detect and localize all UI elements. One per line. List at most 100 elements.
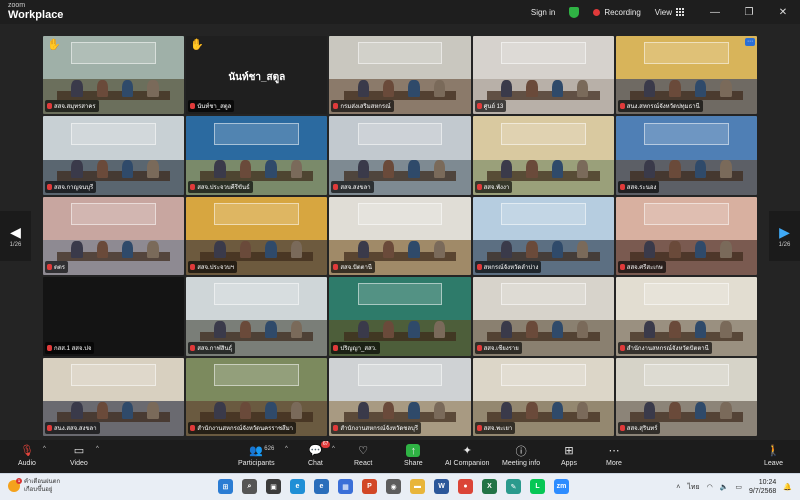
participant-tile[interactable]: สสจ.พังงา — [472, 116, 614, 195]
video-button[interactable]: ▭ Video — [70, 444, 88, 467]
participant-name: สสจ.ระนอง — [626, 184, 657, 191]
speaker-icon[interactable]: 🔈 — [720, 483, 729, 491]
participant-tile[interactable]: สสจ.ปัตตานี — [329, 196, 471, 276]
chat-options-caret[interactable]: ^ — [332, 446, 335, 452]
chevron-up-icon[interactable]: ˄ — [676, 484, 680, 491]
ai-companion-button[interactable]: ✦ AI Companion — [445, 444, 489, 467]
powerpoint-icon[interactable]: P — [362, 479, 377, 494]
minimize-button[interactable]: — — [698, 0, 732, 24]
maximize-button[interactable]: ❐ — [732, 0, 766, 24]
video-person — [357, 79, 369, 98]
line-icon[interactable]: L — [530, 479, 545, 494]
page-indicator-left: 1/26 — [9, 241, 22, 248]
participant-name-tag: ตตร — [45, 261, 69, 274]
brand-big: Workplace — [8, 9, 64, 21]
close-button[interactable]: ✕ — [766, 0, 800, 24]
camera-icon[interactable]: ◉ — [386, 479, 401, 494]
participants-options-caret[interactable]: ^ — [285, 446, 288, 452]
video-options-caret[interactable]: ^ — [96, 446, 99, 452]
muted-mic-icon — [333, 103, 339, 110]
notification-icon[interactable]: 🔔 — [783, 483, 792, 491]
edge-icon[interactable]: e — [290, 479, 305, 494]
participant-tile[interactable]: ศูนย์ 13 — [472, 36, 614, 115]
recording-indicator[interactable]: Recording — [593, 8, 641, 17]
wifi-icon[interactable]: ◠ — [707, 483, 713, 491]
participant-tile[interactable]: ตตร — [43, 196, 185, 276]
participant-name-tag: สสจ.สุรินทร์ — [617, 422, 661, 434]
video-person — [96, 240, 108, 258]
participants-button[interactable]: 👥 626 Participants — [238, 444, 275, 467]
participant-tile[interactable]: สสจ.ประจวบฯ — [186, 196, 328, 276]
video-person — [644, 240, 656, 258]
audio-label: Audio — [18, 460, 36, 467]
muted-mic-icon — [619, 264, 625, 271]
view-button[interactable]: View — [655, 8, 684, 17]
participant-tile[interactable]: สสจ.ศรีสะเกษ — [615, 196, 757, 276]
language-indicator[interactable]: ไทย — [687, 482, 699, 493]
participant-name: กรมส่งเสริมสหกรณ์ — [340, 104, 391, 111]
muted-mic-icon — [190, 344, 196, 351]
leave-button[interactable]: 🚶 Leave — [764, 444, 783, 467]
participant-tile[interactable]: นันท์ชา_สตูล ✋ นันท์ชา_สตูล — [186, 36, 328, 115]
more-button[interactable]: ⋯ More — [606, 444, 622, 467]
muted-mic-icon — [47, 103, 52, 110]
audio-options-caret[interactable]: ^ — [43, 446, 46, 452]
participant-name-tag: สสจ.ประจวบฯ — [188, 261, 238, 274]
participant-tile[interactable]: สำนักงานสหกรณ์จังหวัดชลบุรี — [329, 357, 471, 436]
zoom-window: zoom Workplace Sign in Recording View — … — [0, 0, 800, 500]
participant-tile[interactable]: สสจ.กาฬสินธุ์ — [186, 277, 328, 356]
participant-tile[interactable]: สำนักงานสหกรณ์จังหวัดนครราชสีมา — [186, 357, 328, 436]
video-person — [96, 160, 108, 178]
participant-tile[interactable]: สสจ.กาญจนบุรี — [43, 116, 185, 195]
security-shield[interactable] — [569, 6, 580, 18]
participant-tile[interactable]: สสจ.พะเยา — [472, 357, 614, 436]
heart-icon: ♡ — [358, 445, 369, 457]
tile-options-icon[interactable]: ⋯ — [744, 38, 755, 46]
sign-in-button[interactable]: Sign in — [531, 8, 555, 17]
excel-icon[interactable]: X — [482, 479, 497, 494]
participant-tile[interactable]: สสจ.เชียงราย — [472, 277, 614, 356]
participant-tile[interactable]: สสจ.สงขลา — [329, 116, 471, 195]
word-icon[interactable]: W — [434, 479, 449, 494]
participant-tile[interactable]: ⋯ สนง.สหกรณ์จังหวัดปทุมธานี — [615, 36, 757, 115]
store-icon[interactable]: ▦ — [338, 479, 353, 494]
video-person — [71, 401, 83, 419]
clock[interactable]: 10:24 9/7/2568 — [749, 478, 776, 496]
photos-icon[interactable]: ✎ — [506, 479, 521, 494]
next-page-button[interactable]: ▶ 1/26 — [769, 211, 800, 261]
participant-tile[interactable]: สสจ.ประจวบคีรีขันธ์ — [186, 116, 328, 195]
search-icon[interactable]: ⌕ — [242, 479, 257, 494]
files-icon[interactable]: ▬ — [410, 479, 425, 494]
participant-tile[interactable]: สนง.สสจ.สงขลา — [43, 357, 185, 436]
video-camera-icon: ▭ — [73, 445, 85, 457]
participant-tile[interactable]: สำนักงานสหกรณ์จังหวัดปัตตานี — [615, 277, 757, 356]
participant-tile[interactable]: สสจ.สุรินทร์ — [615, 357, 757, 436]
weather-widget[interactable]: 1 คำเตือนฝนตก เกือบขึ้นอยู่ — [8, 478, 60, 494]
start-icon[interactable]: ⊞ — [218, 479, 233, 494]
participant-tile[interactable]: กรมส่งเสริมสหกรณ์ — [329, 36, 471, 115]
video-person — [290, 321, 302, 339]
previous-page-button[interactable]: ◀ 1/26 — [0, 211, 31, 261]
chrome-icon[interactable]: ● — [458, 479, 473, 494]
participant-tile[interactable]: กสส.1 สสจ.ปจ — [43, 277, 185, 356]
leave-label: Leave — [764, 460, 784, 467]
participant-name-tag: สสจ.กาญจนบุรี — [45, 180, 97, 193]
video-person — [239, 401, 252, 419]
chat-button[interactable]: 💬 67 Chat — [308, 441, 331, 467]
meeting-info-button[interactable]: ⓘ Meeting info — [502, 444, 540, 468]
task-view-icon[interactable]: ▣ — [266, 479, 281, 494]
audio-button[interactable]: 🎙 Audio — [18, 444, 36, 467]
zoom-icon[interactable]: zm — [554, 479, 569, 494]
participant-tile[interactable]: ปริญญา_สสว. — [329, 277, 471, 356]
apps-button[interactable]: ⊞ Apps — [561, 444, 577, 467]
participant-tile[interactable]: สสจ.ระนอง — [615, 116, 757, 195]
zoom-logo: zoom Workplace — [8, 2, 63, 21]
share-button[interactable]: ↑ Share — [404, 444, 423, 467]
participant-tile[interactable]: ✋ สสจ.สมุทรสาคร — [43, 36, 185, 115]
battery-icon[interactable]: ▭ — [735, 483, 742, 491]
react-button[interactable]: ♡ React — [354, 444, 372, 467]
edge-dev-icon[interactable]: e — [314, 479, 329, 494]
muted-mic-icon — [47, 183, 52, 190]
video-person — [500, 401, 513, 419]
participant-tile[interactable]: สหกรณ์จังหวัดลำปาง — [472, 196, 614, 276]
